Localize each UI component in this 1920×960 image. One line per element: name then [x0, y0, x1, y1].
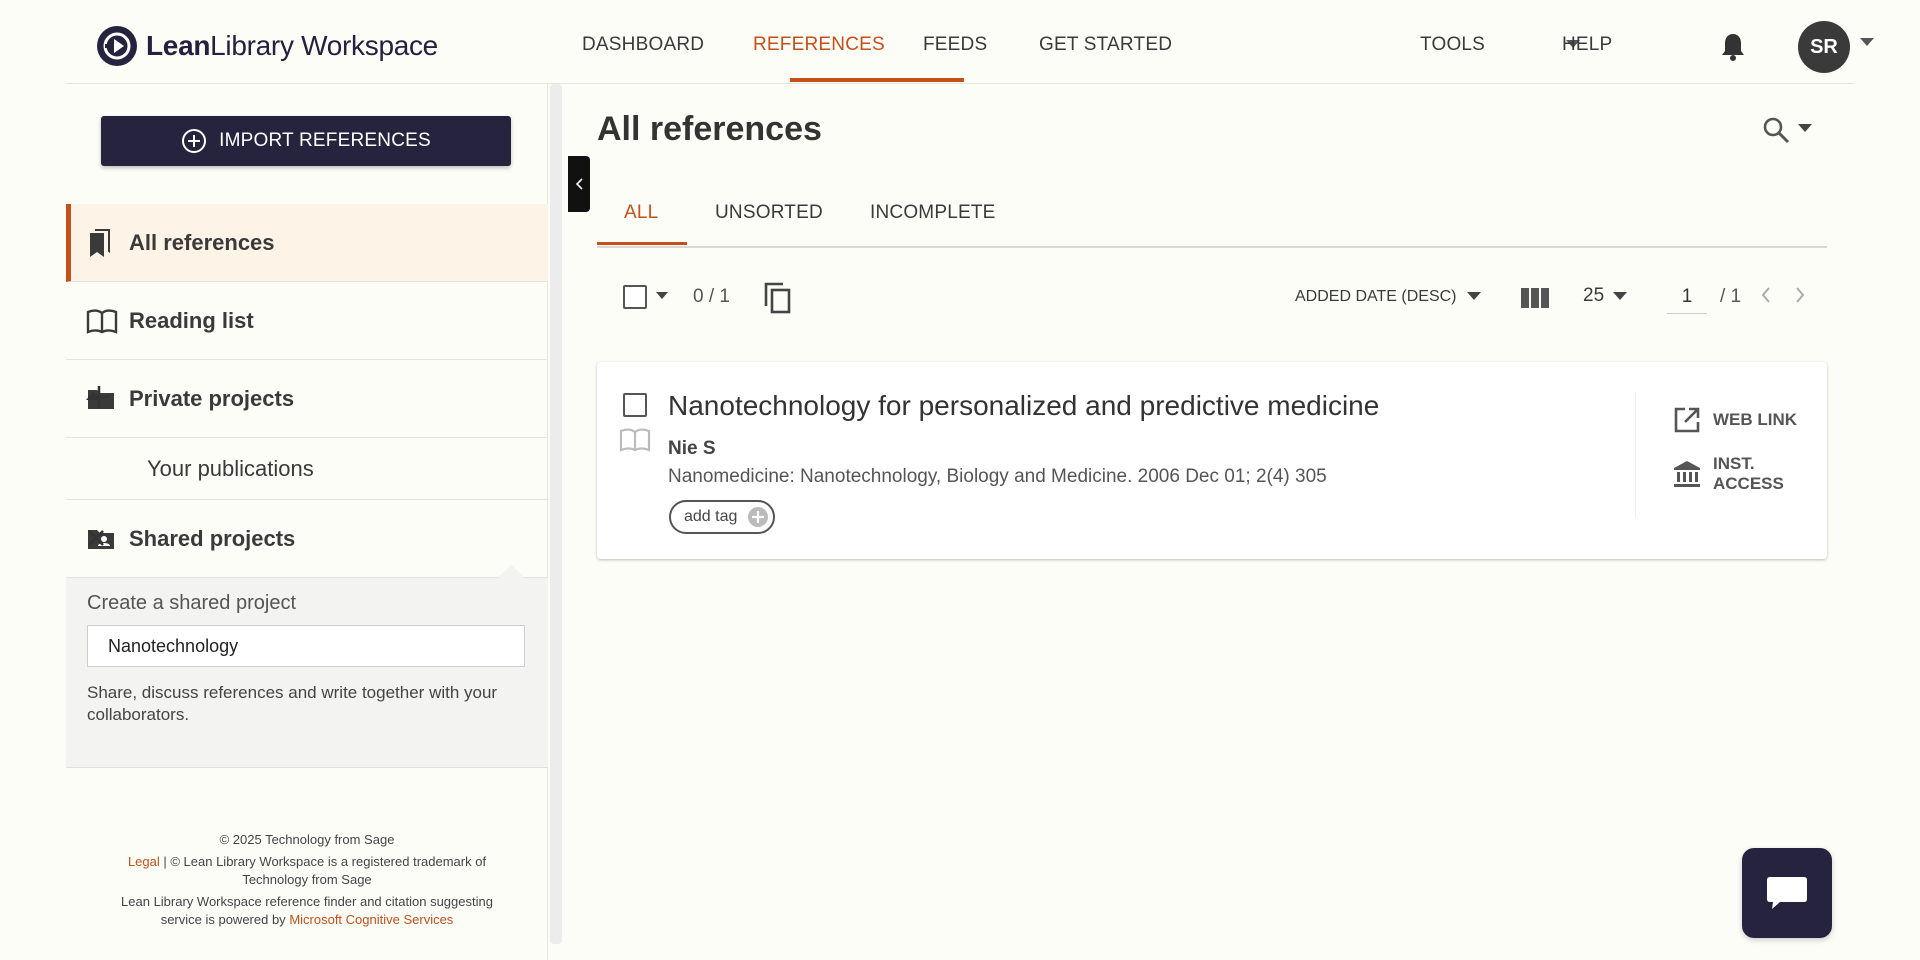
institution-icon: [1673, 460, 1701, 488]
sidebar-item-your-publications[interactable]: Your publications: [66, 436, 548, 500]
sort-caret-icon[interactable]: [1467, 292, 1481, 300]
reference-tabs: ALL UNSORTED INCOMPLETE: [597, 192, 1827, 248]
tab-unsorted[interactable]: UNSORTED: [715, 202, 823, 224]
page-title: All references: [597, 110, 822, 148]
columns-icon[interactable]: [1521, 288, 1549, 308]
shared-project-name-input[interactable]: [87, 625, 525, 667]
references-toolbar: 0 / 1 ADDED DATE (DESC) 25 / 1: [597, 270, 1827, 320]
collapse-sidebar-icon: [575, 178, 583, 190]
avatar[interactable]: SR: [1798, 21, 1850, 73]
footer-powered-line: Lean Library Workspace reference finder …: [66, 893, 548, 929]
add-tag-chip[interactable]: add tag: [669, 500, 776, 534]
create-shared-project-content: Create a shared project Share, discuss r…: [66, 578, 548, 768]
import-references-label: IMPORT REFERENCES: [219, 130, 431, 151]
tab-all[interactable]: ALL: [624, 202, 658, 224]
web-link-label: WEB LINK: [1713, 410, 1798, 429]
nav-references[interactable]: REFERENCES: [753, 34, 885, 56]
inst-access-label: INST. ACCESS: [1713, 454, 1784, 493]
chat-button[interactable]: [1742, 848, 1832, 938]
add-circle-icon: [181, 128, 207, 154]
add-tag-icon: [747, 506, 769, 528]
create-shared-project-description: Share, discuss references and write toge…: [87, 683, 498, 724]
web-link-button[interactable]: WEB LINK: [1673, 406, 1797, 434]
logo[interactable]: LeanLibrary Workspace: [96, 26, 438, 66]
footer-copyright: © 2025 Technology from Sage: [219, 832, 395, 847]
sidebar-item-all-references[interactable]: All references: [66, 204, 548, 282]
active-tab-indicator: [597, 242, 687, 245]
sidebar-item-reading-list[interactable]: Reading list: [66, 282, 548, 360]
checkbox-icon[interactable]: [623, 285, 647, 309]
sidebar-item-private-projects[interactable]: Private projects: [66, 360, 548, 438]
logo-text: LeanLibrary Workspace: [146, 30, 438, 61]
collapse-up-icon[interactable]: [86, 392, 100, 400]
close-icon[interactable]: [86, 528, 106, 548]
bookmarks-icon: [86, 227, 116, 259]
microsoft-cognitive-services-link[interactable]: Microsoft Cognitive Services: [289, 912, 453, 927]
search-icon[interactable]: [1762, 116, 1790, 144]
legal-link[interactable]: Legal: [128, 854, 160, 869]
external-link-icon: [1673, 406, 1701, 434]
sidebar-item-shared-projects[interactable]: Shared projects: [66, 500, 548, 578]
top-header: LeanLibrary Workspace DASHBOARD REFERENC…: [66, 0, 1874, 84]
next-page-icon[interactable]: [1794, 285, 1806, 305]
inst-access-button[interactable]: INST. ACCESS: [1673, 454, 1827, 494]
checkbox-icon[interactable]: [623, 393, 647, 417]
sort-dropdown[interactable]: ADDED DATE (DESC): [1295, 288, 1457, 306]
reference-card[interactable]: Nanotechnology for personalized and pred…: [597, 362, 1827, 559]
bell-icon[interactable]: [1720, 32, 1746, 62]
card-divider: [1635, 392, 1636, 518]
add-tag-label: add tag: [684, 508, 738, 525]
check-caret-icon[interactable]: [656, 292, 668, 299]
reference-author: Nie S: [668, 438, 716, 459]
nav-tools[interactable]: TOOLS: [1420, 34, 1485, 56]
sidebar: IMPORT REFERENCES All references Reading…: [66, 84, 548, 960]
reference-title[interactable]: Nanotechnology for personalized and pred…: [668, 390, 1379, 422]
sidebar-scrollbar[interactable]: [550, 84, 562, 944]
book-icon: [619, 428, 651, 452]
sidebar-footer: © 2025 Technology from Sage Legal | © Le…: [66, 831, 548, 929]
collapse-sidebar-button[interactable]: [568, 156, 590, 212]
chat-icon: [1766, 875, 1808, 911]
sidebar-item-label: Your publications: [147, 456, 314, 481]
per-page-dropdown[interactable]: 25: [1583, 285, 1604, 307]
page-number-input[interactable]: [1667, 280, 1707, 314]
create-shared-project-title: Create a shared project: [87, 592, 297, 614]
active-nav-indicator: [790, 78, 964, 82]
prev-page-icon[interactable]: [1760, 285, 1772, 305]
book-open-icon: [86, 308, 118, 334]
nav-dashboard[interactable]: DASHBOARD: [582, 34, 704, 56]
reference-source: Nanomedicine: Nanotechnology, Biology an…: [668, 466, 1327, 487]
search-caret-icon[interactable]: [1798, 124, 1812, 132]
import-references-button[interactable]: IMPORT REFERENCES: [101, 116, 511, 166]
per-page-caret-icon[interactable]: [1613, 292, 1627, 300]
sidebar-item-label: All references: [129, 229, 275, 255]
tab-incomplete[interactable]: INCOMPLETE: [870, 202, 996, 224]
nav-help[interactable]: HELP: [1562, 34, 1612, 56]
copy-icon[interactable]: [763, 282, 793, 314]
sidebar-item-label: Reading list: [129, 307, 254, 333]
sidebar-item-label: Shared projects: [129, 525, 296, 551]
avatar-caret-icon[interactable]: [1860, 38, 1874, 46]
nav-feeds[interactable]: FEEDS: [923, 34, 987, 56]
nav-get-started[interactable]: GET STARTED: [1039, 34, 1172, 56]
page-total: / 1: [1720, 286, 1742, 307]
selected-count: 0 / 1: [693, 286, 730, 307]
logo-mark-icon: [96, 25, 138, 67]
footer-trademark: | © Lean Library Workspace is a register…: [159, 854, 487, 887]
sidebar-item-label: Private projects: [129, 385, 295, 411]
footer-trademark-line: Legal | © Lean Library Workspace is a re…: [66, 853, 548, 889]
